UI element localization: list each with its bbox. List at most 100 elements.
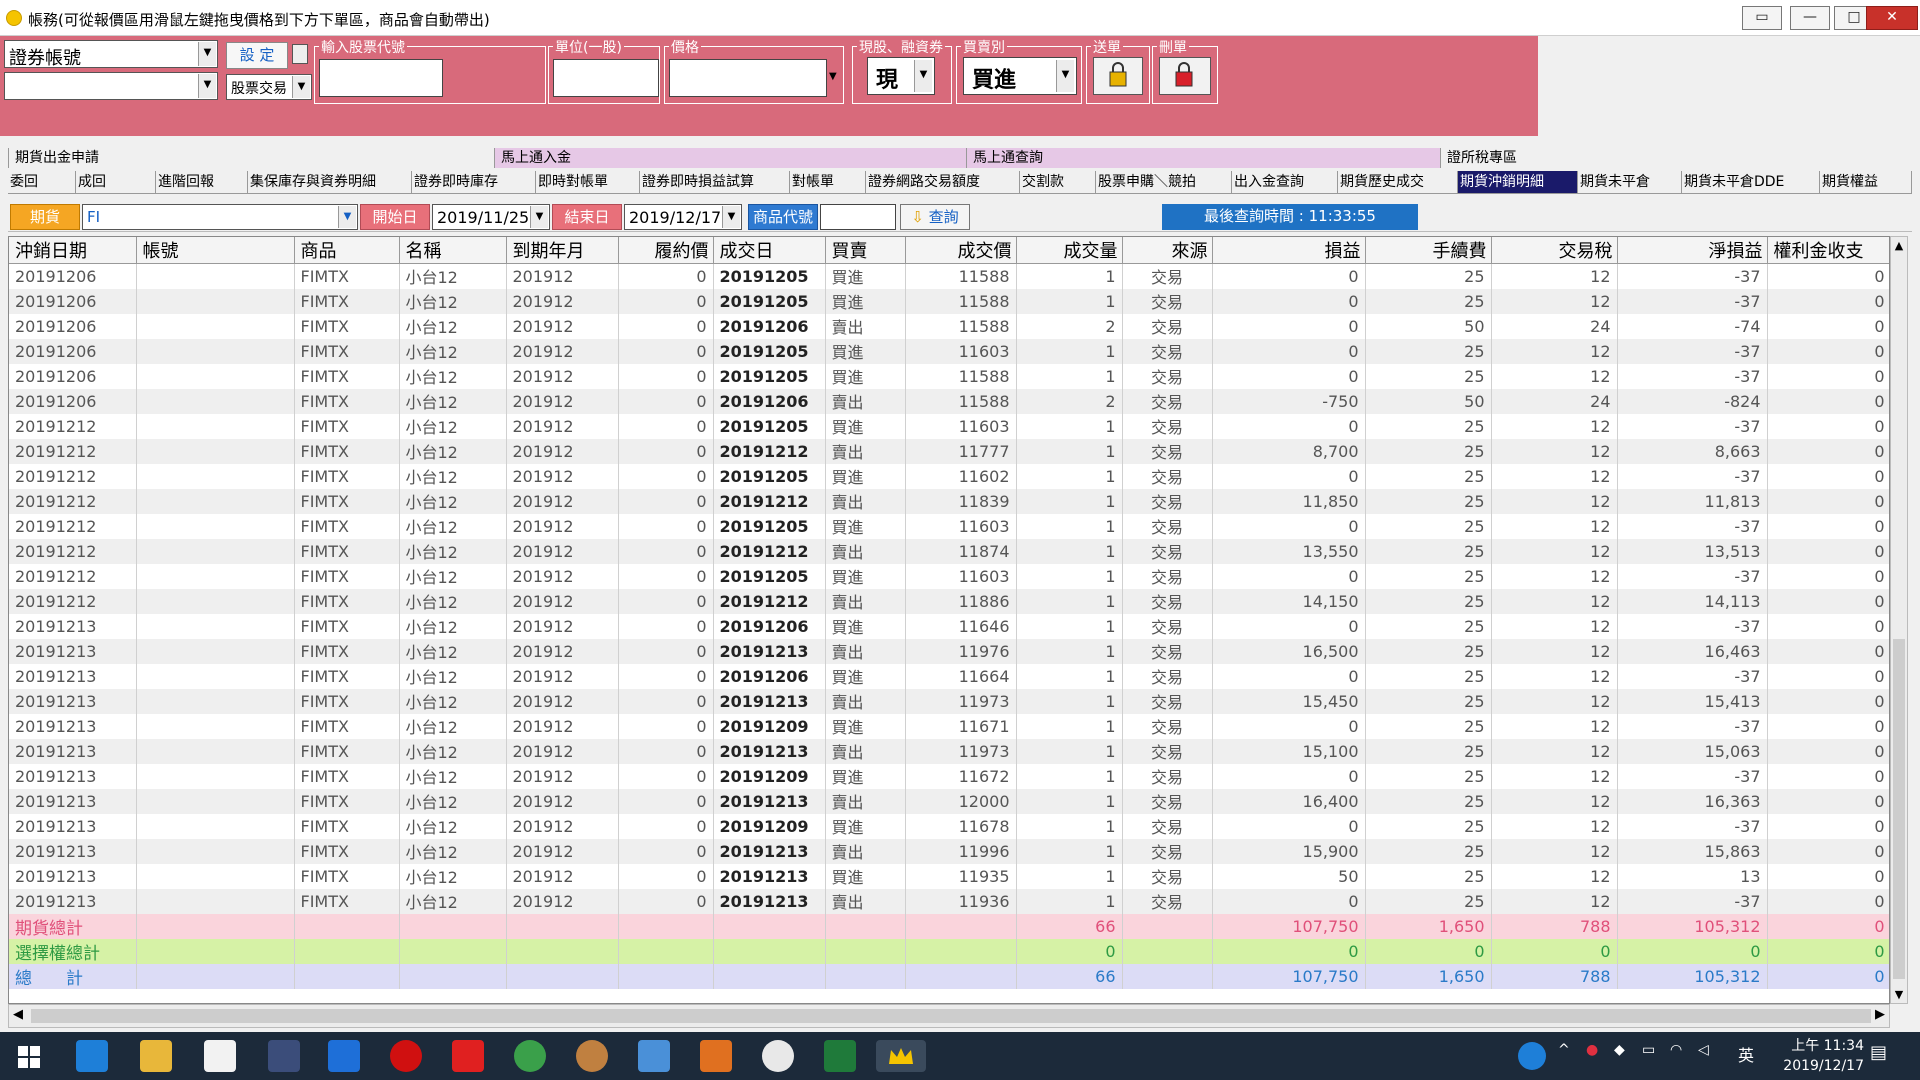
table-row[interactable]: 20191212 FIMTX 小台12 201912 0 20191205 買進 11603 1… <box>9 563 1889 589</box>
col-premium[interactable]: 權利金收支 <box>1767 237 1889 264</box>
table-row[interactable]: 20191213 FIMTX 小台12 201912 0 20191213 賣出 12000 1… <box>9 788 1889 814</box>
tab-ipo-auction[interactable]: 股票申購＼競拍 <box>1096 171 1232 193</box>
col-account[interactable]: 帳號 <box>136 237 295 264</box>
account-sub-select[interactable]: ▼ <box>4 72 218 100</box>
table-row[interactable]: 20191213 FIMTX 小台12 201912 0 20191209 買進 11672 1… <box>9 763 1889 789</box>
start-date-picker[interactable]: 2019/11/25 ▼ <box>432 204 550 230</box>
col-source[interactable]: 來源 <box>1122 237 1213 264</box>
query-button[interactable]: ⇩ 查詢 <box>900 204 970 230</box>
chrome-icon[interactable] <box>514 1040 546 1072</box>
col-net-pnl[interactable]: 淨損益 <box>1617 237 1768 264</box>
edge-browser-icon[interactable] <box>76 1040 108 1072</box>
send-order-button[interactable] <box>1093 57 1143 95</box>
document-app-icon[interactable] <box>204 1040 236 1072</box>
app-icon-3[interactable] <box>762 1040 794 1072</box>
tab-futures-history[interactable]: 期貨歷史成交 <box>1338 171 1458 193</box>
notification-icon[interactable]: ▤ <box>1870 1042 1887 1063</box>
volume-icon[interactable]: ◁ <box>1698 1042 1709 1058</box>
chevron-down-icon[interactable]: ▼ <box>829 71 837 82</box>
price-input[interactable] <box>669 59 827 97</box>
network-icon[interactable]: ◠ <box>1670 1042 1682 1058</box>
tab-fill-report[interactable]: 成回 <box>76 171 156 193</box>
tab-futures-equity[interactable]: 期貨權益 <box>1820 171 1912 193</box>
windows-start-icon[interactable] <box>18 1046 40 1068</box>
table-row[interactable]: 20191213 FIMTX 小台12 201912 0 20191209 買進 11678 1… <box>9 813 1889 839</box>
scroll-down-icon[interactable]: ▼ <box>1891 988 1907 1001</box>
table-row[interactable]: 20191213 FIMTX 小台12 201912 0 20191213 買進 11935 1… <box>9 863 1889 889</box>
vertical-scrollbar[interactable]: ▲ ▼ <box>1890 236 1908 1004</box>
dropbox-icon[interactable] <box>328 1040 360 1072</box>
tab-order-report[interactable]: 委回 <box>8 171 76 193</box>
tab-custody-inventory[interactable]: 集保庫存與資券明細 <box>248 171 412 193</box>
unit-input[interactable] <box>553 59 659 97</box>
table-row[interactable]: 20191213 FIMTX 小台12 201912 0 20191209 買進 11671 1… <box>9 713 1889 739</box>
col-price[interactable]: 成交價 <box>905 237 1017 264</box>
table-row[interactable]: 20191213 FIMTX 小台12 201912 0 20191206 買進 11664 1… <box>9 663 1889 689</box>
table-row[interactable]: 20191206 FIMTX 小台12 201912 0 20191205 買進 11588 1… <box>9 263 1889 289</box>
quick-deposit[interactable]: 馬上通入金 <box>494 148 966 168</box>
scroll-thumb[interactable] <box>1893 639 1905 979</box>
table-row[interactable]: 20191213 FIMTX 小台12 201912 0 20191213 賣出 11973 1… <box>9 688 1889 714</box>
scroll-up-icon[interactable]: ▲ <box>1891 239 1907 252</box>
trade-type-select[interactable]: 股票交易 ▼ <box>226 74 312 100</box>
table-row[interactable]: 20191206 FIMTX 小台12 201912 0 20191205 買進 11588 1… <box>9 288 1889 314</box>
col-side[interactable]: 買賣 <box>825 237 906 264</box>
excel-icon[interactable] <box>824 1040 856 1072</box>
col-trade-date[interactable]: 成交日 <box>713 237 826 264</box>
col-product[interactable]: 商品 <box>294 237 400 264</box>
app-icon-2[interactable] <box>700 1040 732 1072</box>
tab-online-quota[interactable]: 證券網路交易額度 <box>866 171 1020 193</box>
scroll-left-icon[interactable]: ◀ <box>13 1007 23 1022</box>
buy-sell-select[interactable]: 買進 ▼ <box>963 57 1077 95</box>
stock-code-input[interactable] <box>319 59 443 97</box>
trading-app-icon[interactable] <box>876 1040 926 1072</box>
file-explorer-icon[interactable] <box>140 1040 172 1072</box>
product-code-input[interactable] <box>820 204 896 230</box>
col-offset-date[interactable]: 沖銷日期 <box>9 237 137 264</box>
futures-withdraw-apply[interactable]: 期貨出金申請 <box>8 148 494 168</box>
document-icon[interactable] <box>292 44 308 64</box>
app-icon-r[interactable] <box>576 1040 608 1072</box>
tab-realtime-statement[interactable]: 即時對帳單 <box>536 171 640 193</box>
table-row[interactable]: 20191212 FIMTX 小台12 201912 0 20191212 賣出 11777 1… <box>9 438 1889 464</box>
table-row[interactable]: 20191206 FIMTX 小台12 201912 0 20191205 買進 11588 1… <box>9 363 1889 389</box>
tab-statement[interactable]: 對帳單 <box>790 171 866 193</box>
system-clock[interactable]: 上午 11:34 2019/12/17 <box>1783 1036 1864 1076</box>
table-row[interactable]: 20191213 FIMTX 小台12 201912 0 20191213 賣出 11996 1… <box>9 838 1889 864</box>
close-button[interactable]: ✕ <box>1866 6 1918 30</box>
table-row[interactable]: 20191212 FIMTX 小台12 201912 0 20191205 買進 11602 1… <box>9 463 1889 489</box>
col-expiry[interactable]: 到期年月 <box>506 237 619 264</box>
tab-futures-offset-detail[interactable]: 期貨沖銷明細 <box>1458 171 1578 193</box>
account-select[interactable]: 證券帳號 ▼ <box>4 40 218 69</box>
table-row[interactable]: 20191212 FIMTX 小台12 201912 0 20191205 買進 11603 1… <box>9 413 1889 439</box>
ime-indicator[interactable]: 英 <box>1738 1042 1754 1066</box>
battery-icon[interactable]: ▭ <box>1642 1042 1655 1058</box>
cash-margin-select[interactable]: 現 ▼ <box>867 57 935 95</box>
col-fee[interactable]: 手續費 <box>1365 237 1492 264</box>
media-player-icon[interactable] <box>638 1040 670 1072</box>
table-row[interactable]: 20191206 FIMTX 小台12 201912 0 20191206 賣出 11588 2… <box>9 388 1889 414</box>
col-name[interactable]: 名稱 <box>399 237 507 264</box>
tab-futures-open[interactable]: 期貨未平倉 <box>1578 171 1682 193</box>
tab-cash-inout[interactable]: 出入金查詢 <box>1232 171 1338 193</box>
col-strike[interactable]: 履約價 <box>618 237 714 264</box>
table-row[interactable]: 20191213 FIMTX 小台12 201912 0 20191206 買進 11646 1… <box>9 613 1889 639</box>
table-row[interactable]: 20191212 FIMTX 小台12 201912 0 20191212 賣出 11886 1… <box>9 588 1889 614</box>
table-row[interactable]: 20191212 FIMTX 小台12 201912 0 20191212 賣出 11874 1… <box>9 538 1889 564</box>
horizontal-scrollbar[interactable]: ◀ ▶ <box>8 1004 1890 1028</box>
table-row[interactable]: 20191212 FIMTX 小台12 201912 0 20191212 賣出 11839 1… <box>9 488 1889 514</box>
help-icon[interactable] <box>1518 1042 1546 1070</box>
record-app-icon[interactable] <box>390 1040 422 1072</box>
delete-order-button[interactable] <box>1159 57 1211 95</box>
scroll-thumb-horizontal[interactable] <box>31 1009 1871 1023</box>
scroll-right-icon[interactable]: ▶ <box>1875 1007 1885 1022</box>
tab-futures-open-dde[interactable]: 期貨未平倉DDE <box>1682 171 1820 193</box>
dropbox-tray-icon[interactable]: ◆ <box>1614 1042 1625 1058</box>
quick-deposit-query[interactable]: 馬上通查詢 <box>966 148 1440 168</box>
col-pnl[interactable]: 損益 <box>1212 237 1366 264</box>
q-app-icon[interactable] <box>452 1040 484 1072</box>
securities-tax-zone[interactable]: 證所稅專區 <box>1440 148 1912 168</box>
app-icon-1[interactable] <box>268 1040 300 1072</box>
col-tax[interactable]: 交易稅 <box>1491 237 1618 264</box>
table-row[interactable]: 20191213 FIMTX 小台12 201912 0 20191213 賣出 11936 1… <box>9 888 1889 914</box>
